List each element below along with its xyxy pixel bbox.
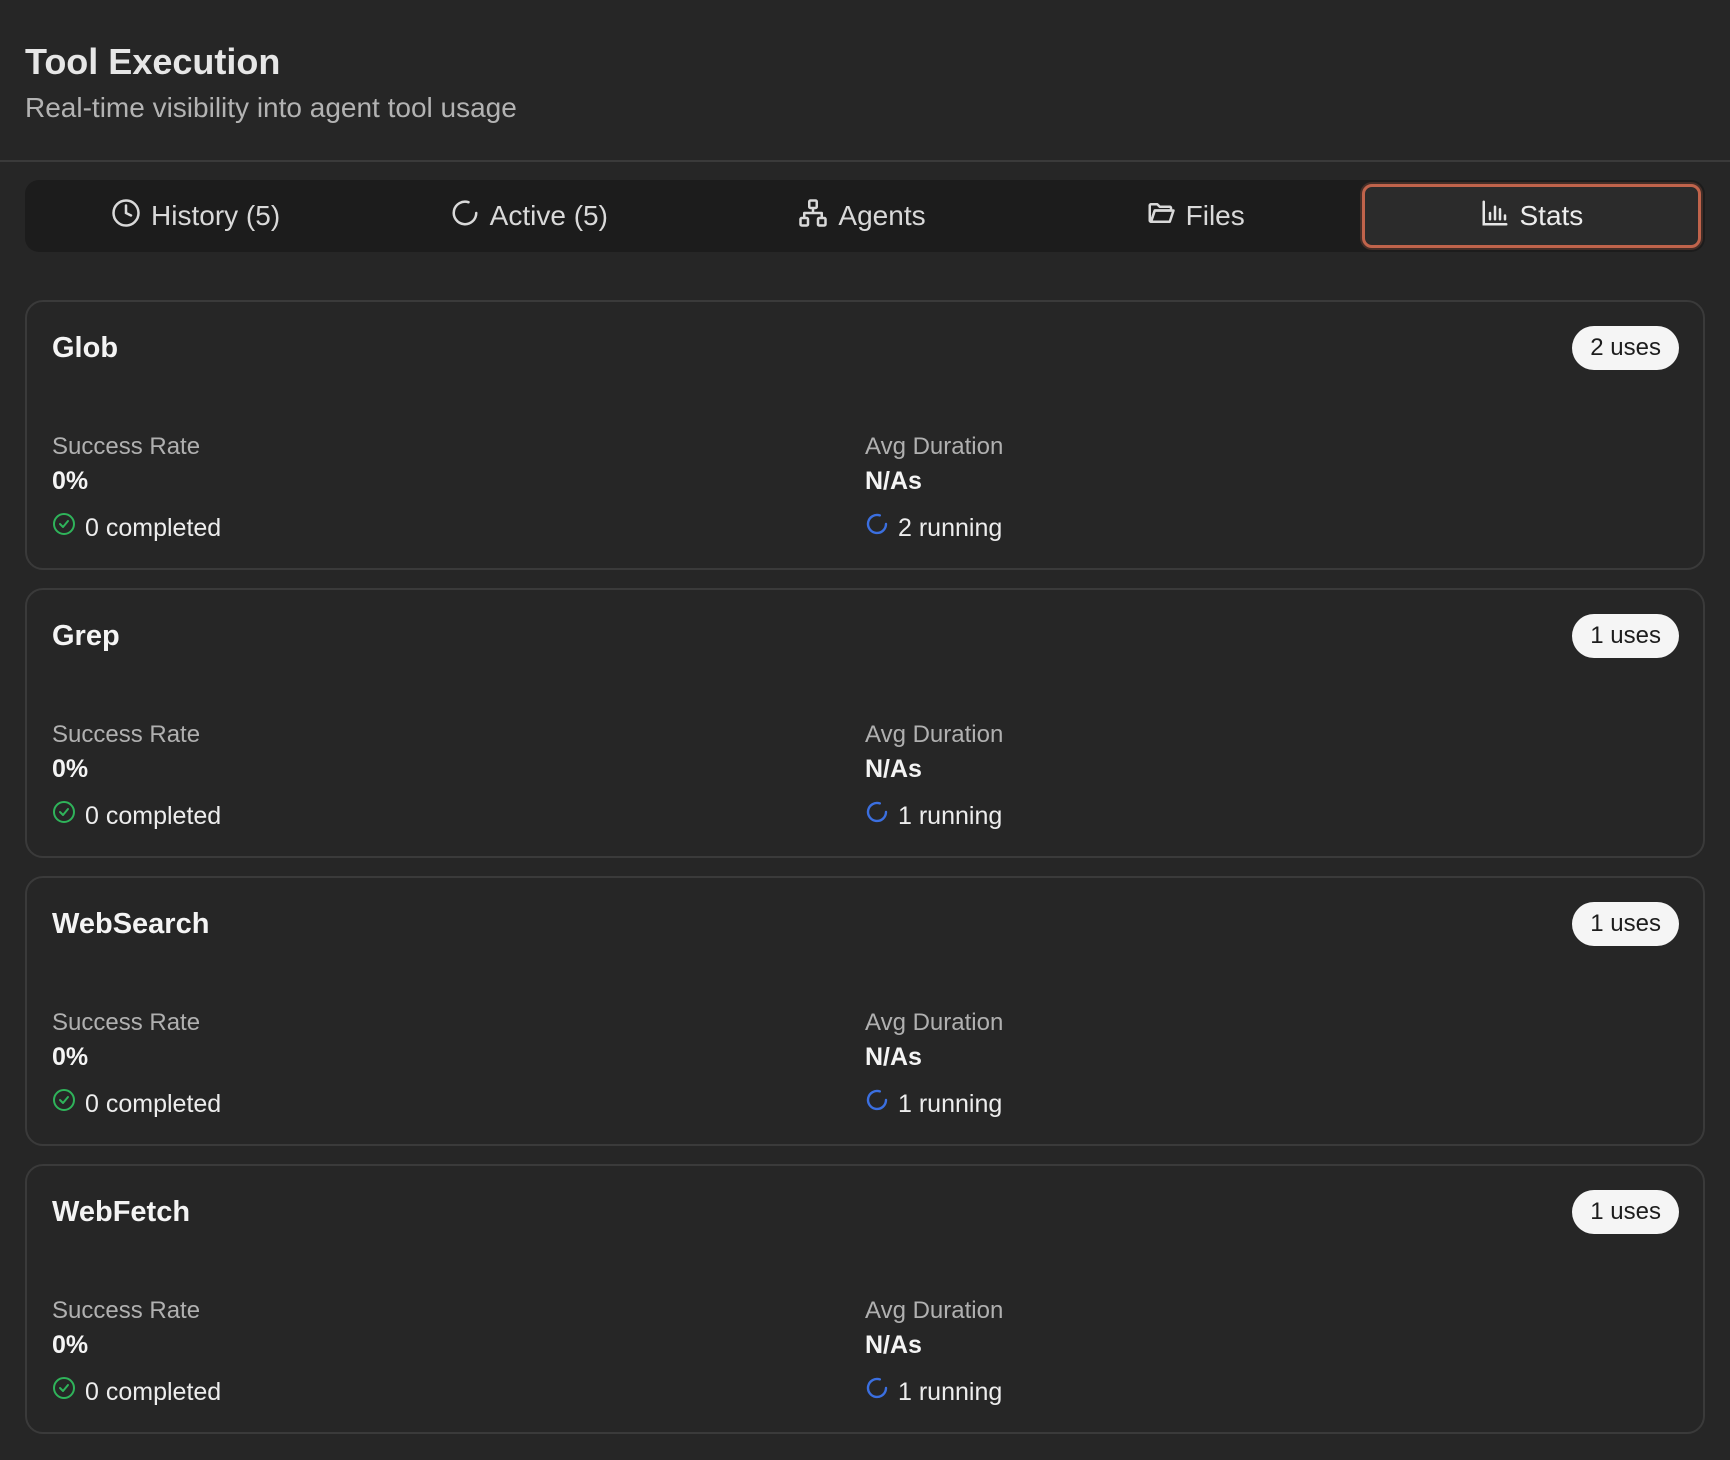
bar-chart-icon	[1480, 198, 1510, 235]
spinner-icon	[865, 1376, 889, 1408]
success-rate-label: Success Rate	[52, 1297, 201, 1324]
completed-count: 0 completed	[52, 1088, 865, 1120]
success-rate-value: 0%	[52, 1043, 89, 1071]
completed-text: 0 completed	[85, 514, 222, 542]
success-rate-section: Success Rate 0% 0 completed	[52, 1008, 865, 1120]
check-circle-icon	[52, 1376, 76, 1408]
avg-duration-label: Avg Duration	[865, 1009, 1004, 1036]
tab-files-label: Files	[1185, 200, 1245, 231]
tab-history[interactable]: History (5)	[29, 184, 362, 248]
running-count: 1 running	[865, 800, 1678, 832]
page-header: Tool Execution Real-time visibility into…	[0, 0, 1730, 162]
tool-stats: Success Rate 0% 0 completed Avg Duration…	[52, 432, 1678, 544]
tab-files[interactable]: Files	[1029, 184, 1362, 248]
tab-agents[interactable]: Agents	[695, 184, 1028, 248]
page-title: Tool Execution	[25, 41, 281, 82]
avg-duration-section: Avg Duration N/As 1 running	[865, 1296, 1678, 1408]
avg-duration-value: N/As	[865, 467, 922, 495]
success-rate-section: Success Rate 0% 0 completed	[52, 720, 865, 832]
tool-stats: Success Rate 0% 0 completed Avg Duration…	[52, 1296, 1678, 1408]
uses-badge: 1 uses	[1572, 614, 1679, 658]
success-rate-label: Success Rate	[52, 433, 201, 460]
tool-name: WebFetch	[52, 1196, 191, 1228]
success-rate-section: Success Rate 0% 0 completed	[52, 1296, 865, 1408]
tab-stats-label: Stats	[1519, 200, 1584, 231]
running-text: 1 running	[898, 1378, 1003, 1406]
tool-card-websearch: WebSearch 1 uses Success Rate 0% 0 compl…	[25, 876, 1705, 1146]
page-subtitle: Real-time visibility into agent tool usa…	[25, 92, 517, 123]
avg-duration-label: Avg Duration	[865, 1297, 1004, 1324]
check-circle-icon	[52, 1088, 76, 1120]
running-count: 1 running	[865, 1088, 1678, 1120]
tool-name: Glob	[52, 332, 119, 364]
avg-duration-value: N/As	[865, 1043, 922, 1071]
success-rate-value: 0%	[52, 1331, 89, 1359]
avg-duration-value: N/As	[865, 1331, 922, 1359]
running-text: 1 running	[898, 802, 1003, 830]
tool-card-glob: Glob 2 uses Success Rate 0% 0 completed …	[25, 300, 1705, 570]
avg-duration-label: Avg Duration	[865, 433, 1004, 460]
running-count: 2 running	[865, 512, 1678, 544]
tool-name: Grep	[52, 620, 120, 652]
spinner-icon	[865, 800, 889, 832]
network-icon	[798, 198, 828, 235]
tool-stats: Success Rate 0% 0 completed Avg Duration…	[52, 1008, 1678, 1120]
running-text: 2 running	[898, 514, 1003, 542]
tab-agents-label: Agents	[838, 200, 926, 231]
folder-icon	[1146, 198, 1176, 235]
avg-duration-section: Avg Duration N/As 1 running	[865, 1008, 1678, 1120]
check-circle-icon	[52, 512, 76, 544]
running-count: 1 running	[865, 1376, 1678, 1408]
tab-bar: History (5) Active (5) Agents Files Stat…	[25, 180, 1705, 252]
completed-text: 0 completed	[85, 1378, 222, 1406]
tool-stats: Success Rate 0% 0 completed Avg Duration…	[52, 720, 1678, 832]
check-circle-icon	[52, 800, 76, 832]
uses-badge: 2 uses	[1572, 326, 1679, 370]
spinner-icon	[450, 198, 480, 235]
tool-card-webfetch: WebFetch 1 uses Success Rate 0% 0 comple…	[25, 1164, 1705, 1434]
avg-duration-label: Avg Duration	[865, 721, 1004, 748]
tool-stats-list: Glob 2 uses Success Rate 0% 0 completed …	[25, 300, 1705, 1452]
completed-text: 0 completed	[85, 1090, 222, 1118]
tab-history-label: History (5)	[151, 200, 281, 231]
clock-icon	[111, 198, 141, 235]
tab-active[interactable]: Active (5)	[362, 184, 695, 248]
avg-duration-section: Avg Duration N/As 2 running	[865, 432, 1678, 544]
success-rate-section: Success Rate 0% 0 completed	[52, 432, 865, 544]
tab-active-label: Active (5)	[489, 200, 608, 231]
completed-count: 0 completed	[52, 1376, 865, 1408]
success-rate-value: 0%	[52, 755, 89, 783]
success-rate-label: Success Rate	[52, 1009, 201, 1036]
tab-stats[interactable]: Stats	[1361, 184, 1702, 248]
success-rate-label: Success Rate	[52, 721, 201, 748]
success-rate-value: 0%	[52, 467, 89, 495]
uses-badge: 1 uses	[1572, 1190, 1679, 1234]
tool-card-grep: Grep 1 uses Success Rate 0% 0 completed …	[25, 588, 1705, 858]
uses-badge: 1 uses	[1572, 902, 1679, 946]
running-text: 1 running	[898, 1090, 1003, 1118]
spinner-icon	[865, 512, 889, 544]
completed-count: 0 completed	[52, 800, 865, 832]
completed-count: 0 completed	[52, 512, 865, 544]
avg-duration-section: Avg Duration N/As 1 running	[865, 720, 1678, 832]
tool-name: WebSearch	[52, 908, 210, 940]
spinner-icon	[865, 1088, 889, 1120]
avg-duration-value: N/As	[865, 755, 922, 783]
completed-text: 0 completed	[85, 802, 222, 830]
